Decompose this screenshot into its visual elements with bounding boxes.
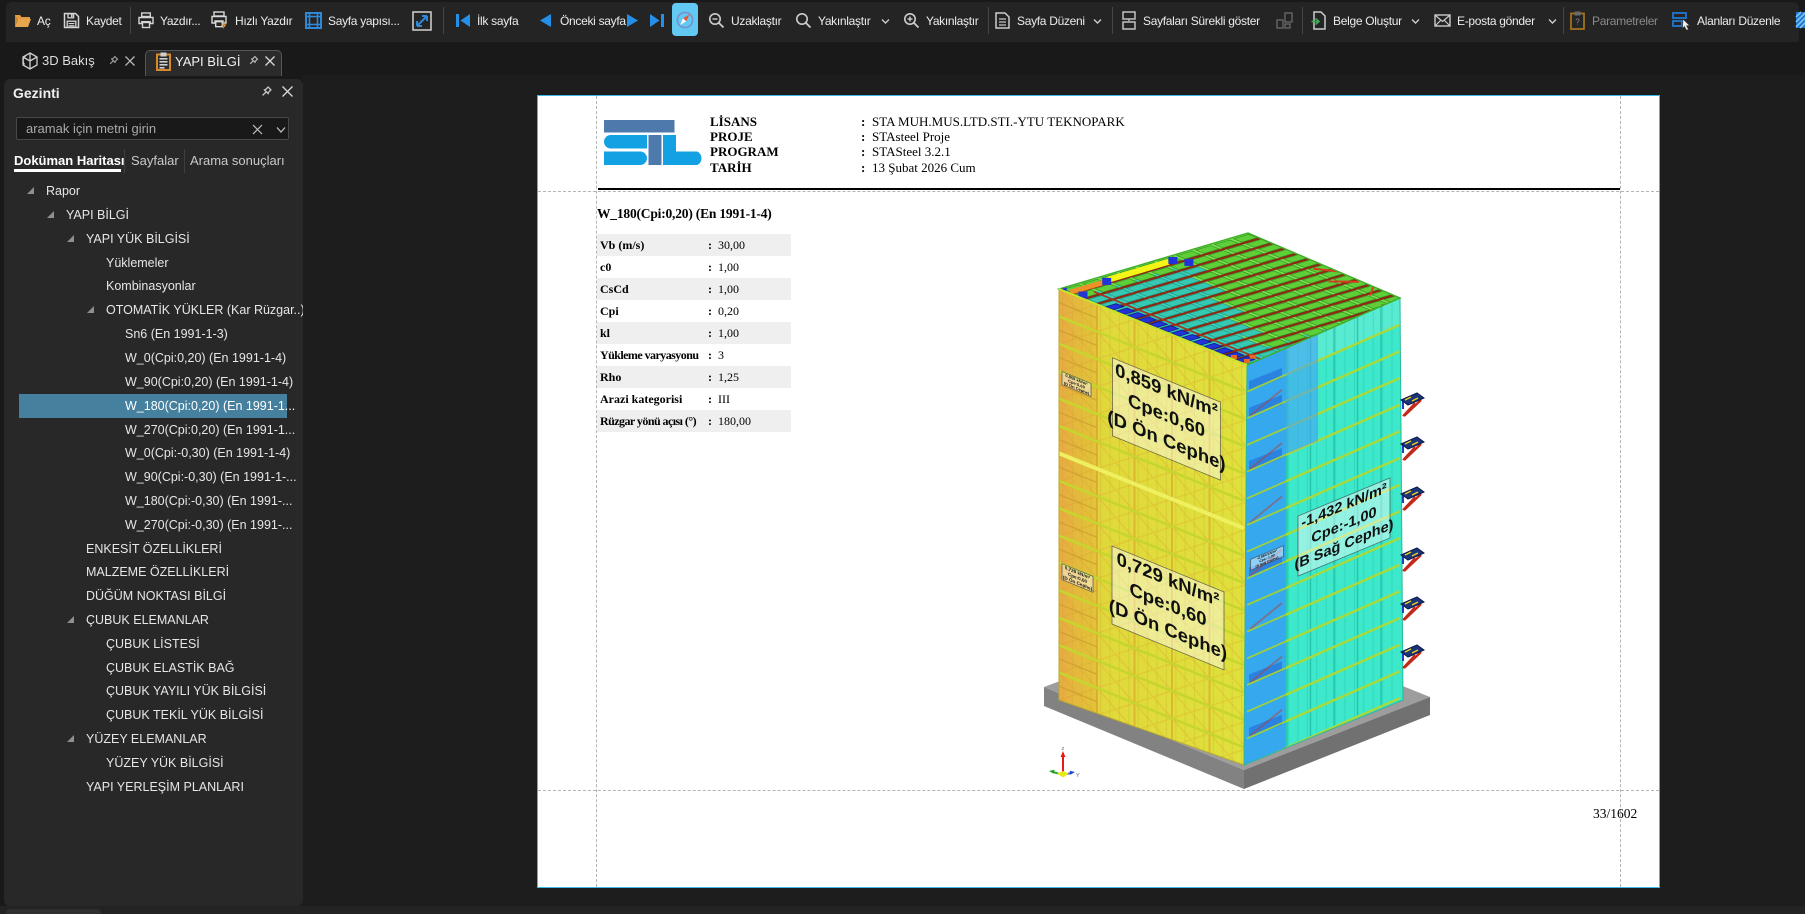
svg-text:Y: Y bbox=[1076, 773, 1080, 779]
svg-text:?: ? bbox=[1575, 18, 1580, 27]
svg-text:z: z bbox=[1062, 746, 1065, 752]
